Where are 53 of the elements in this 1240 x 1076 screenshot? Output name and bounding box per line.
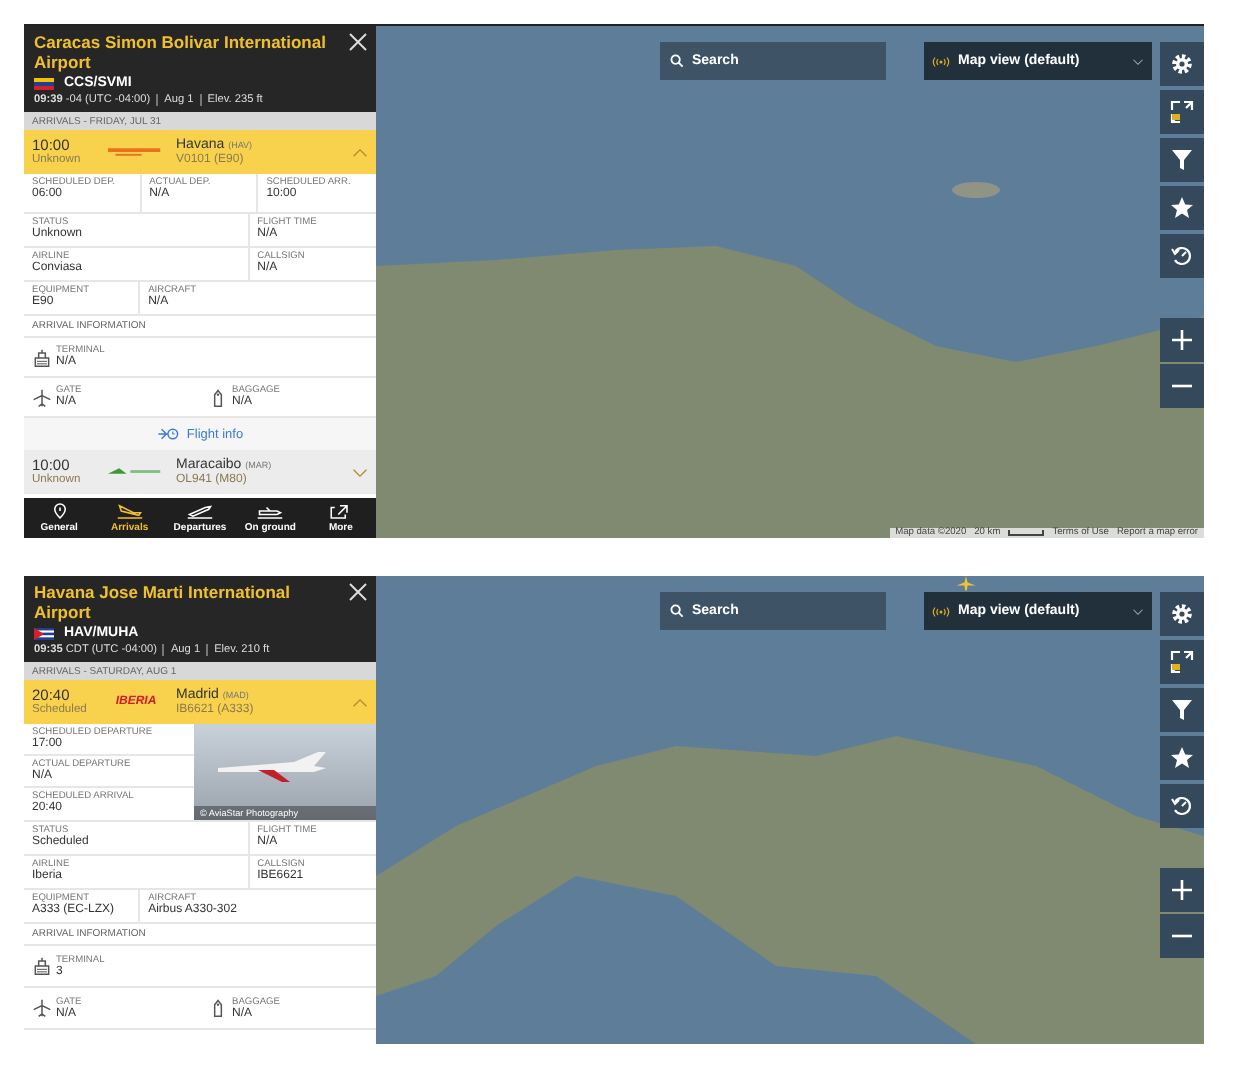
plus-icon	[1170, 878, 1194, 902]
broadcast-icon	[932, 605, 950, 617]
chevron-down-icon[interactable]	[352, 467, 368, 477]
airplane-clock-icon	[156, 426, 181, 442]
airplane-takeoff-icon	[186, 502, 214, 520]
luggage-tag-icon	[208, 998, 228, 1018]
expand-icon	[1170, 100, 1194, 124]
star-icon	[1170, 196, 1194, 220]
airplane-icon	[32, 998, 52, 1018]
scale-bar	[1008, 530, 1045, 536]
broadcast-icon	[932, 55, 950, 67]
playback-button[interactable]	[1160, 784, 1204, 828]
plus-icon	[1170, 328, 1194, 352]
airline-logo	[108, 466, 164, 478]
close-icon[interactable]	[348, 582, 368, 602]
settings-icon	[1170, 602, 1194, 626]
flag-icon	[34, 77, 54, 89]
filter-icon	[1170, 698, 1194, 722]
settings-icon	[1170, 52, 1194, 76]
search-icon	[670, 604, 684, 618]
expand-icon	[1170, 650, 1194, 674]
playback-button[interactable]	[1160, 234, 1204, 278]
flag-icon	[34, 627, 54, 639]
airport-name: Caracas Simon Bolivar International Airport	[34, 32, 328, 72]
filter-button[interactable]	[1160, 138, 1204, 182]
chevron-down-icon	[1132, 57, 1144, 65]
airplane-icon[interactable]	[956, 576, 976, 592]
history-icon	[1170, 244, 1194, 268]
luggage-tag-icon	[208, 387, 228, 407]
terminal-building-icon	[32, 956, 52, 976]
chevron-down-icon	[1132, 607, 1144, 615]
zoom-in-button[interactable]	[1160, 318, 1204, 362]
search-icon	[670, 54, 684, 68]
airline-logo	[108, 146, 164, 158]
zoom-out-button[interactable]	[1160, 914, 1204, 958]
zoom-in-button[interactable]	[1160, 868, 1204, 912]
settings-button[interactable]	[1160, 42, 1204, 86]
airplane-icon	[32, 387, 52, 407]
airport-name: Havana Jose Marti International Airport	[34, 582, 293, 622]
fullscreen-button[interactable]	[1160, 640, 1204, 684]
star-icon	[1170, 746, 1194, 770]
filter-button[interactable]	[1160, 688, 1204, 732]
history-icon	[1170, 794, 1194, 818]
airplane-landing-icon	[115, 502, 144, 520]
settings-button[interactable]	[1160, 592, 1204, 636]
zoom-out-button[interactable]	[1160, 364, 1204, 408]
fullscreen-button[interactable]	[1160, 90, 1204, 134]
filter-icon	[1170, 148, 1194, 172]
terminal-building-icon	[32, 347, 52, 367]
favorites-button[interactable]	[1160, 736, 1204, 780]
close-icon[interactable]	[348, 32, 368, 52]
airplane-on-ground-icon	[256, 502, 285, 520]
favorites-button[interactable]	[1160, 186, 1204, 230]
